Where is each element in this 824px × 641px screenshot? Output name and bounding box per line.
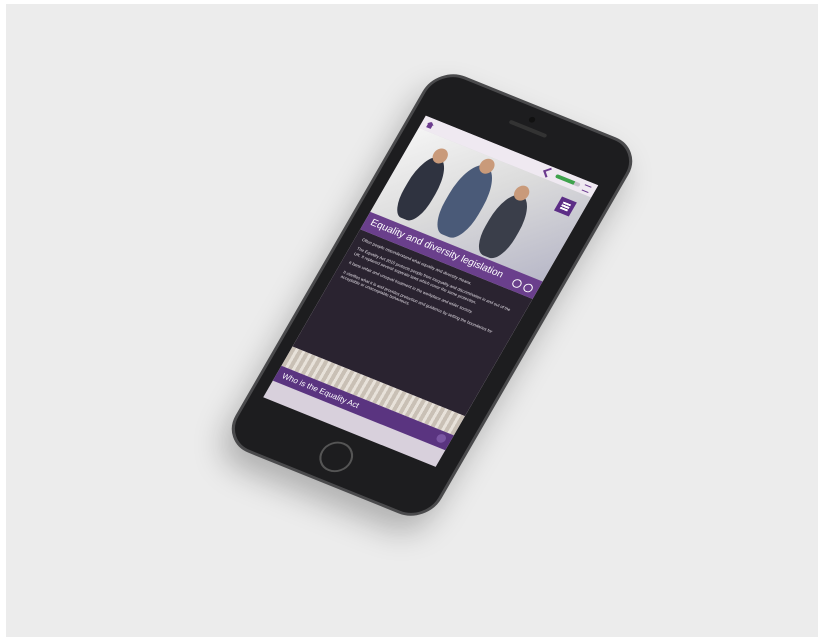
- phone-mockup: Equality and diversity legislation Often…: [220, 65, 644, 525]
- camera-icon: [527, 115, 537, 124]
- chevron-left-icon[interactable]: [543, 167, 554, 178]
- expand-icon[interactable]: [521, 282, 535, 294]
- grid-icon: [559, 201, 572, 212]
- speaker-grille: [508, 119, 548, 139]
- grid-button[interactable]: [553, 196, 577, 217]
- home-button[interactable]: [313, 436, 360, 477]
- phone-screen: Equality and diversity legislation Often…: [263, 115, 599, 467]
- backdrop: Equality and diversity legislation Often…: [6, 4, 818, 637]
- plus-icon[interactable]: [434, 432, 448, 445]
- home-icon[interactable]: [425, 121, 435, 130]
- menu-icon[interactable]: [581, 183, 592, 193]
